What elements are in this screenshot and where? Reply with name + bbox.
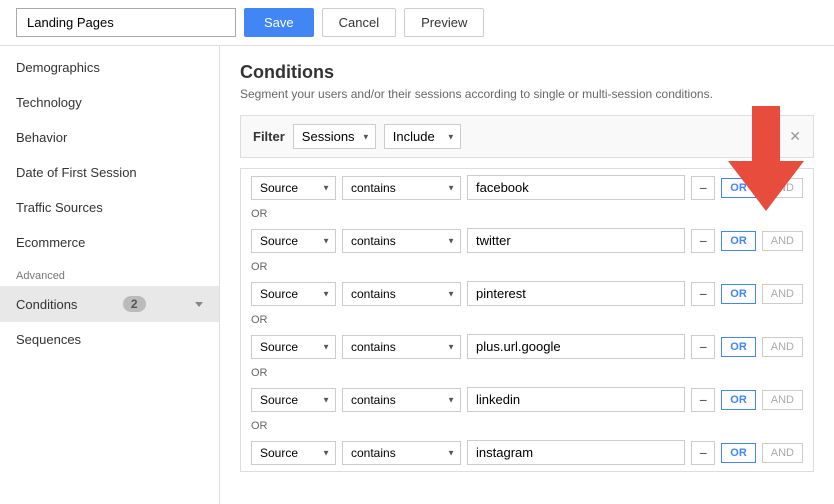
sidebar-item-sequences[interactable]: Sequences bbox=[0, 322, 219, 357]
dimension-select-4[interactable]: Source Medium Campaign bbox=[251, 388, 336, 412]
operator-select-wrapper-5: contains does not contain exactly matche… bbox=[342, 441, 461, 465]
or-separator: OR bbox=[241, 259, 813, 275]
sidebar-item-traffic-sources[interactable]: Traffic Sources bbox=[0, 190, 219, 225]
dimension-select-wrapper-4: Source Medium Campaign bbox=[251, 388, 336, 412]
header: Save Cancel Preview bbox=[0, 0, 834, 46]
page-description: Segment your users and/or their sessions… bbox=[240, 87, 814, 101]
sessions-select-wrapper: Sessions Users bbox=[293, 124, 376, 149]
or-button-4[interactable]: OR bbox=[721, 390, 756, 410]
remove-condition-button-2[interactable]: − bbox=[691, 282, 715, 306]
sessions-select[interactable]: Sessions Users bbox=[293, 124, 376, 149]
sidebar-item-ecommerce[interactable]: Ecommerce bbox=[0, 225, 219, 260]
operator-select-wrapper-4: contains does not contain exactly matche… bbox=[342, 388, 461, 412]
preview-button[interactable]: Preview bbox=[404, 8, 484, 37]
include-select-wrapper: Include Exclude bbox=[384, 124, 461, 149]
condition-row: Source Medium Campaign contains does not… bbox=[241, 434, 813, 471]
dimension-select-wrapper-1: Source Medium Campaign bbox=[251, 229, 336, 253]
value-input-3[interactable] bbox=[467, 334, 685, 359]
remove-condition-button-3[interactable]: − bbox=[691, 335, 715, 359]
operator-select-wrapper-3: contains does not contain exactly matche… bbox=[342, 335, 461, 359]
value-input-0[interactable] bbox=[467, 175, 685, 200]
dimension-select-5[interactable]: Source Medium Campaign bbox=[251, 441, 336, 465]
dimension-select-1[interactable]: Source Medium Campaign bbox=[251, 229, 336, 253]
advanced-section-label: Advanced bbox=[0, 260, 219, 286]
condition-row: Source Medium Campaign contains does not… bbox=[241, 381, 813, 418]
condition-row: Source Medium Campaign contains does not… bbox=[241, 328, 813, 365]
or-separator: OR bbox=[241, 365, 813, 381]
dimension-select-wrapper-0: Source Medium Campaign bbox=[251, 176, 336, 200]
and-button-4[interactable]: AND bbox=[762, 390, 803, 410]
main-layout: Demographics Technology Behavior Date of… bbox=[0, 46, 834, 504]
and-button-1[interactable]: AND bbox=[762, 231, 803, 251]
and-button-2[interactable]: AND bbox=[762, 284, 803, 304]
operator-select-wrapper-1: contains does not contain exactly matche… bbox=[342, 229, 461, 253]
sidebar-item-demographics[interactable]: Demographics bbox=[0, 50, 219, 85]
condition-row: Source Medium Campaign contains does not… bbox=[241, 275, 813, 312]
filter-label: Filter bbox=[253, 129, 285, 144]
sidebar-item-conditions[interactable]: Conditions 2 bbox=[0, 286, 219, 322]
sidebar-item-date-of-first-session[interactable]: Date of First Session bbox=[0, 155, 219, 190]
save-button[interactable]: Save bbox=[244, 8, 314, 37]
operator-select-4[interactable]: contains does not contain exactly matche… bbox=[342, 388, 461, 412]
arrow-indicator bbox=[728, 106, 804, 211]
value-input-5[interactable] bbox=[467, 440, 685, 465]
segment-name-input[interactable] bbox=[16, 8, 236, 37]
cancel-button[interactable]: Cancel bbox=[322, 8, 396, 37]
sidebar-item-technology[interactable]: Technology bbox=[0, 85, 219, 120]
remove-condition-button-5[interactable]: − bbox=[691, 441, 715, 465]
dimension-select-2[interactable]: Source Medium Campaign bbox=[251, 282, 336, 306]
sidebar-item-behavior[interactable]: Behavior bbox=[0, 120, 219, 155]
conditions-label: Conditions bbox=[16, 297, 77, 312]
and-button-5[interactable]: AND bbox=[762, 443, 803, 463]
value-input-4[interactable] bbox=[467, 387, 685, 412]
or-button-5[interactable]: OR bbox=[721, 443, 756, 463]
condition-row: Source Medium Campaign contains does not… bbox=[241, 222, 813, 259]
operator-select-0[interactable]: contains does not contain exactly matche… bbox=[342, 176, 461, 200]
operator-select-1[interactable]: contains does not contain exactly matche… bbox=[342, 229, 461, 253]
content-area: Conditions Segment your users and/or the… bbox=[220, 46, 834, 504]
remove-condition-button-1[interactable]: − bbox=[691, 229, 715, 253]
or-button-2[interactable]: OR bbox=[721, 284, 756, 304]
and-button-3[interactable]: AND bbox=[762, 337, 803, 357]
dimension-select-wrapper-5: Source Medium Campaign bbox=[251, 441, 336, 465]
page-title: Conditions bbox=[240, 62, 814, 83]
dimension-select-wrapper-3: Source Medium Campaign bbox=[251, 335, 336, 359]
operator-select-2[interactable]: contains does not contain exactly matche… bbox=[342, 282, 461, 306]
remove-condition-button-0[interactable]: − bbox=[691, 176, 715, 200]
conditions-badge: 2 bbox=[123, 296, 146, 312]
operator-select-5[interactable]: contains does not contain exactly matche… bbox=[342, 441, 461, 465]
value-input-2[interactable] bbox=[467, 281, 685, 306]
operator-select-wrapper-0: contains does not contain exactly matche… bbox=[342, 176, 461, 200]
sidebar: Demographics Technology Behavior Date of… bbox=[0, 46, 220, 504]
operator-select-3[interactable]: contains does not contain exactly matche… bbox=[342, 335, 461, 359]
or-separator: OR bbox=[241, 312, 813, 328]
dimension-select-3[interactable]: Source Medium Campaign bbox=[251, 335, 336, 359]
dimension-select-0[interactable]: Source Medium Campaign bbox=[251, 176, 336, 200]
conditions-list: Source Medium Campaign contains does not… bbox=[240, 168, 814, 472]
include-select[interactable]: Include Exclude bbox=[384, 124, 461, 149]
or-separator: OR bbox=[241, 418, 813, 434]
remove-condition-button-4[interactable]: − bbox=[691, 388, 715, 412]
operator-select-wrapper-2: contains does not contain exactly matche… bbox=[342, 282, 461, 306]
or-button-3[interactable]: OR bbox=[721, 337, 756, 357]
value-input-1[interactable] bbox=[467, 228, 685, 253]
or-button-1[interactable]: OR bbox=[721, 231, 756, 251]
dimension-select-wrapper-2: Source Medium Campaign bbox=[251, 282, 336, 306]
